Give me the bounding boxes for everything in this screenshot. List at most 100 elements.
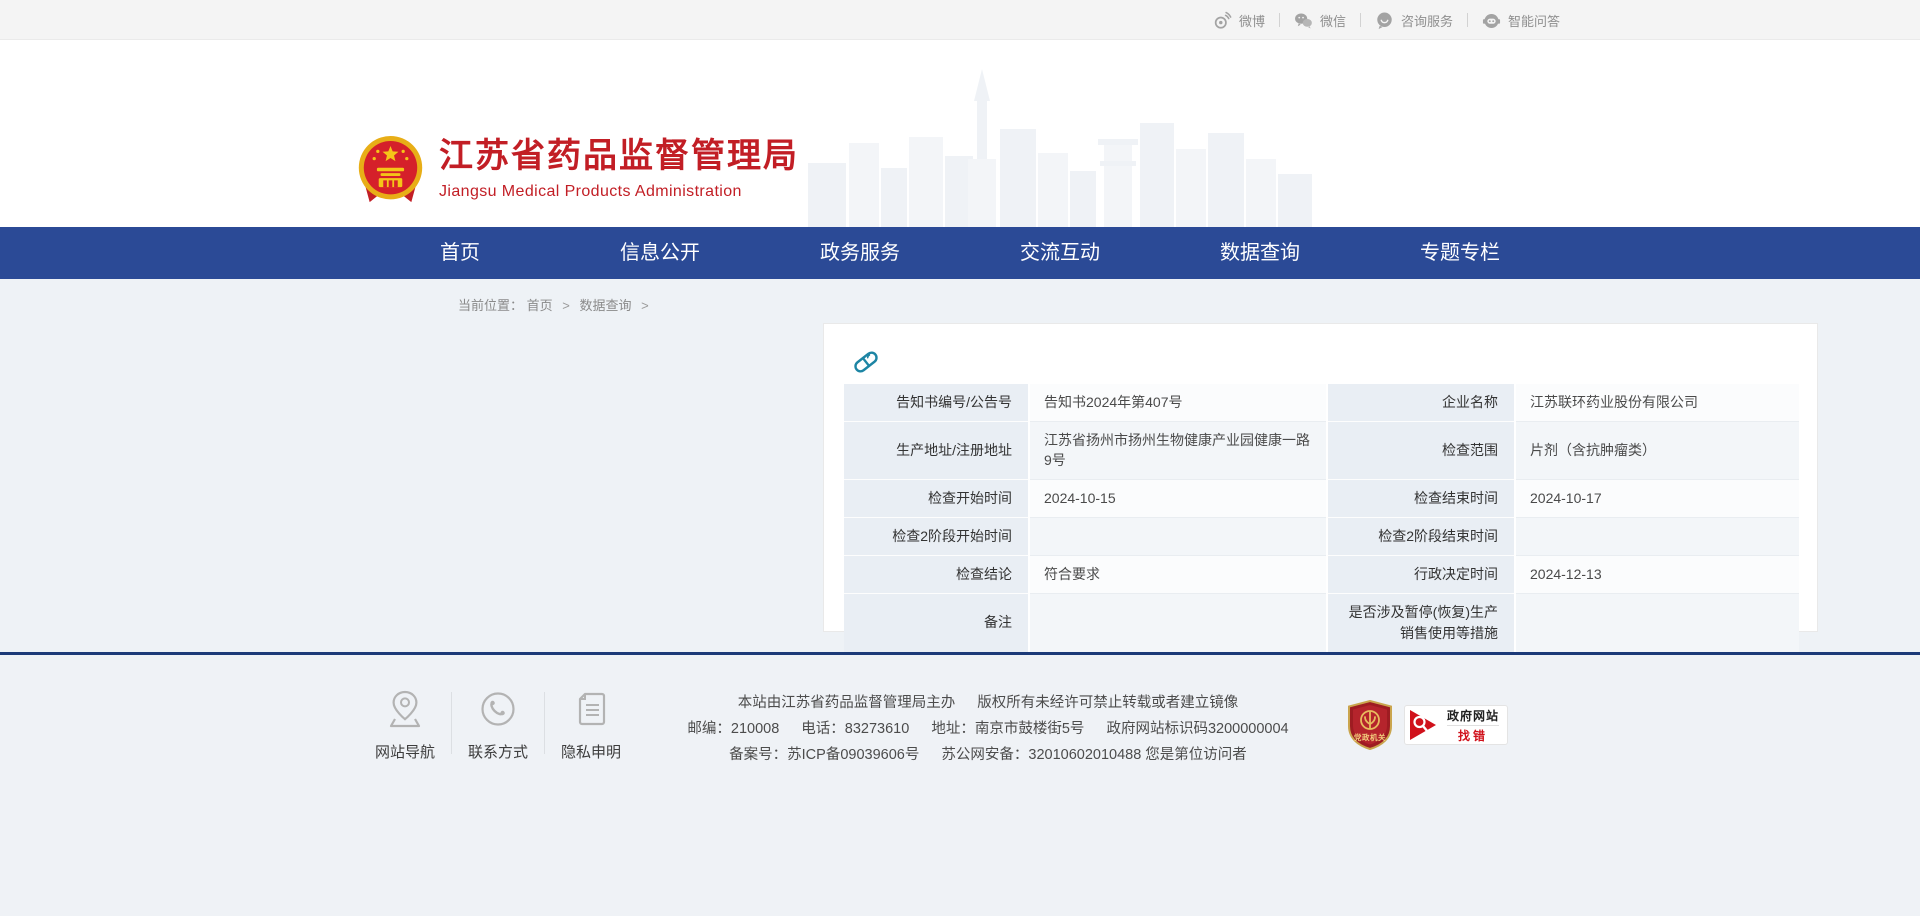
field-label: 检查2阶段开始时间: [844, 518, 1030, 556]
table-row: 检查开始时间 2024-10-15 检查结束时间 2024-10-17: [844, 480, 1799, 518]
table-row: 告知书编号/公告号 告知书2024年第407号 企业名称 江苏联环药业股份有限公…: [844, 384, 1799, 422]
footer-text-segment: 本站由江苏省药品监督管理局主办: [738, 690, 956, 716]
footer-icp-number[interactable]: 备案号：苏ICP备09039606号: [729, 742, 919, 768]
field-value: [1030, 518, 1326, 556]
city-skyline-watermark: [808, 67, 1328, 227]
site-footer: 网站导航 联系方式 隐私申明 本站由江苏省药品监督管理局主办 版权所有未经许可禁…: [0, 655, 1920, 916]
field-value: 2024-10-17: [1516, 480, 1799, 518]
nav-item-interaction[interactable]: 交流互动: [960, 227, 1160, 279]
topbar-label: 智能问答: [1508, 11, 1560, 30]
top-utility-bar: 微博 微信 咨询服务 智能问答: [0, 0, 1920, 40]
party-badge-label: 党政机关: [1346, 732, 1394, 743]
field-label: 备注: [844, 594, 1030, 652]
footer-line-1: 本站由江苏省药品监督管理局主办 版权所有未经许可禁止转载或者建立镜像: [650, 690, 1326, 716]
field-value: [1516, 594, 1799, 652]
nav-item-topics[interactable]: 专题专栏: [1360, 227, 1560, 279]
footer-links: 网站导航 联系方式 隐私申明: [366, 690, 630, 768]
field-value: 片剂（含抗肿瘤类）: [1516, 422, 1799, 480]
wechat-icon: [1294, 11, 1313, 30]
divider: [544, 692, 545, 754]
badge-err-label: 找错: [1447, 726, 1499, 744]
field-label: 检查2阶段结束时间: [1326, 518, 1516, 556]
topbar-link-wechat[interactable]: 微信: [1294, 11, 1346, 30]
breadcrumb: 当前位置： 首页 > 数据查询 >: [458, 279, 1560, 314]
field-value: 符合要求: [1030, 556, 1326, 594]
topbar-link-qa[interactable]: 智能问答: [1482, 11, 1560, 30]
footer-line-2: 邮编：210008 电话：83273610 地址：南京市鼓楼街5号 政府网站标识…: [650, 716, 1326, 742]
site-error-report-badge[interactable]: 政府网站 找错: [1404, 705, 1508, 745]
chat-bubble-icon: [1375, 11, 1394, 30]
divider: [1279, 13, 1280, 27]
breadcrumb-prefix: 当前位置：: [458, 298, 523, 313]
divider: [1360, 13, 1361, 27]
table-row: 检查结论 符合要求 行政决定时间 2024-12-13: [844, 556, 1799, 594]
field-label: 行政决定时间: [1326, 556, 1516, 594]
breadcrumb-separator: >: [562, 298, 570, 313]
nav-item-data-query[interactable]: 数据查询: [1160, 227, 1360, 279]
site-header: 江苏省药品监督管理局 Jiangsu Medical Products Admi…: [0, 41, 1920, 227]
divider: [1467, 13, 1468, 27]
footer-line-3: 备案号：苏ICP备09039606号 苏公网安备：32010602010488 …: [650, 742, 1326, 768]
footer-link-label: 隐私申明: [552, 741, 630, 762]
topbar-link-weibo[interactable]: 微博: [1213, 11, 1265, 30]
breadcrumb-separator: >: [641, 298, 649, 313]
nav-item-info[interactable]: 信息公开: [560, 227, 760, 279]
table-row: 检查2阶段开始时间 检查2阶段结束时间: [844, 518, 1799, 556]
footer-link-contact[interactable]: 联系方式: [459, 690, 537, 762]
field-value: 告知书2024年第407号: [1030, 384, 1326, 422]
inspection-detail-card: 告知书编号/公告号 告知书2024年第407号 企业名称 江苏联环药业股份有限公…: [823, 323, 1818, 632]
breadcrumb-section-link[interactable]: 数据查询: [580, 298, 632, 313]
field-value: 2024-10-15: [1030, 480, 1326, 518]
site-title: 江苏省药品监督管理局: [439, 138, 799, 175]
field-label: 企业名称: [1326, 384, 1516, 422]
national-emblem-logo: [357, 135, 424, 204]
topbar-label: 咨询服务: [1401, 11, 1453, 30]
footer-police-number[interactable]: 苏公网安备：32010602010488 您是第位访问者: [941, 742, 1246, 768]
field-label: 检查结论: [844, 556, 1030, 594]
footer-text-segment: 政府网站标识码3200000004: [1106, 716, 1288, 742]
table-row: 备注 是否涉及暂停(恢复)生产销售使用等措施: [844, 594, 1799, 652]
footer-info-text: 本站由江苏省药品监督管理局主办 版权所有未经许可禁止转载或者建立镜像 邮编：21…: [630, 690, 1346, 768]
field-label: 检查开始时间: [844, 480, 1030, 518]
field-value: 江苏省扬州市扬州生物健康产业园健康一路9号: [1030, 422, 1326, 480]
field-label: 生产地址/注册地址: [844, 422, 1030, 480]
topbar-label: 微博: [1239, 11, 1265, 30]
weibo-icon: [1213, 11, 1232, 30]
footer-text-segment: 邮编：210008: [687, 716, 779, 742]
breadcrumb-home-link[interactable]: 首页: [527, 298, 553, 313]
pill-icon: [850, 344, 882, 376]
field-label: 告知书编号/公告号: [844, 384, 1030, 422]
divider: [451, 692, 452, 754]
field-value: [1030, 594, 1326, 652]
field-label: 是否涉及暂停(恢复)生产销售使用等措施: [1326, 594, 1516, 652]
footer-text-segment: 版权所有未经许可禁止转载或者建立镜像: [977, 690, 1238, 716]
footer-link-label: 联系方式: [459, 741, 537, 762]
footer-text-segment: 地址：南京市鼓楼街5号: [931, 716, 1084, 742]
topbar-link-consult[interactable]: 咨询服务: [1375, 11, 1453, 30]
document-icon: [573, 690, 609, 728]
footer-text-segment: 电话：83273610: [801, 716, 909, 742]
phone-icon: [480, 690, 516, 728]
magnifier-flag-icon: [1410, 709, 1440, 741]
table-row: 生产地址/注册地址 江苏省扬州市扬州生物健康产业园健康一路9号 检查范围 片剂（…: [844, 422, 1799, 480]
footer-link-sitemap[interactable]: 网站导航: [366, 690, 444, 762]
inspection-table: 告知书编号/公告号 告知书2024年第407号 企业名称 江苏联环药业股份有限公…: [844, 384, 1799, 652]
main-nav: 首页 信息公开 政务服务 交流互动 数据查询 专题专栏: [0, 227, 1920, 279]
field-label: 检查范围: [1326, 422, 1516, 480]
footer-badges: 党政机关 政府网站 找错: [1346, 700, 1508, 750]
nav-item-home[interactable]: 首页: [360, 227, 560, 279]
field-value: 江苏联环药业股份有限公司: [1516, 384, 1799, 422]
field-value: [1516, 518, 1799, 556]
badge-site-label: 政府网站: [1447, 707, 1499, 726]
field-label: 检查结束时间: [1326, 480, 1516, 518]
robot-icon: [1482, 11, 1501, 30]
field-value: 2024-12-13: [1516, 556, 1799, 594]
footer-link-privacy[interactable]: 隐私申明: [552, 690, 630, 762]
map-pin-icon: [387, 690, 423, 728]
site-subtitle: Jiangsu Medical Products Administration: [439, 183, 799, 201]
party-government-badge[interactable]: 党政机关: [1346, 700, 1394, 750]
content-area: 当前位置： 首页 > 数据查询 > 告知书编号/公告号 告知书2024: [0, 279, 1920, 652]
topbar-label: 微信: [1320, 11, 1346, 30]
footer-link-label: 网站导航: [366, 741, 444, 762]
nav-item-services[interactable]: 政务服务: [760, 227, 960, 279]
